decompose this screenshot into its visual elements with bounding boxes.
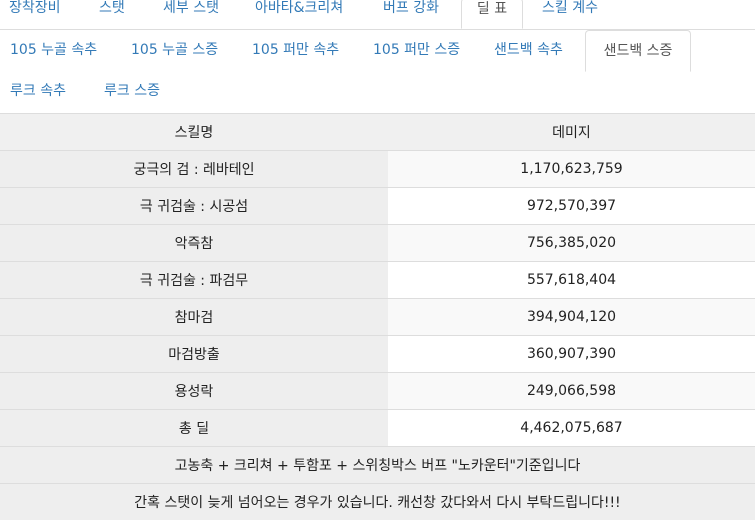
tab-105-nugol-skill[interactable]: 105 누골 스증 <box>131 40 218 60</box>
buff-condition-note: 고농축 + 크리쳐 + 투함포 + 스위칭박스 버프 "노카운터"기준입니다 <box>0 447 755 484</box>
tab-luke-element[interactable]: 루크 속추 <box>10 81 66 101</box>
tab-equipment[interactable]: 장착장비 <box>9 0 61 29</box>
damage-value-cell: 557,618,404 <box>388 262 755 299</box>
skill-name-cell: 궁극의 검 : 레바테인 <box>0 151 388 188</box>
skill-name-cell: 극 귀검술 : 시공섬 <box>0 188 388 225</box>
top-tab-bar: 장착장비 스탯 세부 스탯 아바타&크리쳐 버프 강화 딜 표 스킬 계수 <box>0 0 755 30</box>
damage-value-cell: 394,904,120 <box>388 299 755 336</box>
table-header-row: 스킬명 데미지 <box>0 114 755 151</box>
skill-name-cell: 마검방출 <box>0 336 388 373</box>
damage-value-cell: 360,907,390 <box>388 336 755 373</box>
tab-avatar-creature[interactable]: 아바타&크리쳐 <box>255 0 343 29</box>
tab-105-perman-skill[interactable]: 105 퍼만 스증 <box>373 40 460 60</box>
tab-detailed-stats[interactable]: 세부 스탯 <box>163 0 219 29</box>
damage-value-cell: 972,570,397 <box>388 188 755 225</box>
damage-value-cell: 249,066,598 <box>388 373 755 410</box>
skill-name-cell: 극 귀검술 : 파검무 <box>0 262 388 299</box>
note-row: 고농축 + 크리쳐 + 투함포 + 스위칭박스 버프 "노카운터"기준입니다 <box>0 447 755 484</box>
tab-stats[interactable]: 스탯 <box>99 0 125 29</box>
tab-buff-enhance[interactable]: 버프 강화 <box>383 0 439 29</box>
tab-damage-table[interactable]: 딜 표 <box>461 0 523 29</box>
table-row: 극 귀검술 : 파검무 557,618,404 <box>0 262 755 299</box>
sub-tab-bar: 105 누골 속추 105 누골 스증 105 퍼만 속추 105 퍼만 스증 … <box>0 30 755 114</box>
tab-105-perman-element[interactable]: 105 퍼만 속추 <box>252 40 339 60</box>
table-row: 참마검 394,904,120 <box>0 299 755 336</box>
column-header-skill: 스킬명 <box>0 114 388 151</box>
tab-sandbag-skill[interactable]: 샌드백 스증 <box>585 30 691 72</box>
tab-sandbag-element[interactable]: 샌드백 속추 <box>494 40 563 60</box>
column-header-damage: 데미지 <box>388 114 755 151</box>
table-row: 악즉참 756,385,020 <box>0 225 755 262</box>
skill-name-cell: 용성락 <box>0 373 388 410</box>
tab-105-nugol-element[interactable]: 105 누골 속추 <box>10 40 97 60</box>
total-damage-cell: 4,462,075,687 <box>388 410 755 447</box>
tab-skill-coefficient[interactable]: 스킬 계수 <box>542 0 598 29</box>
tab-luke-skill[interactable]: 루크 스증 <box>104 81 160 101</box>
total-row: 총 딜 4,462,075,687 <box>0 410 755 447</box>
table-row: 궁극의 검 : 레바테인 1,170,623,759 <box>0 151 755 188</box>
table-row: 마검방출 360,907,390 <box>0 336 755 373</box>
table-row: 용성락 249,066,598 <box>0 373 755 410</box>
skill-name-cell: 악즉참 <box>0 225 388 262</box>
damage-value-cell: 756,385,020 <box>388 225 755 262</box>
total-label-cell: 총 딜 <box>0 410 388 447</box>
damage-table: 스킬명 데미지 궁극의 검 : 레바테인 1,170,623,759 극 귀검술… <box>0 113 755 520</box>
note-row: 간혹 스탯이 늦게 넘어오는 경우가 있습니다. 캐선창 갔다와서 다시 부탁드… <box>0 484 755 520</box>
damage-value-cell: 1,170,623,759 <box>388 151 755 188</box>
skill-name-cell: 참마검 <box>0 299 388 336</box>
table-row: 극 귀검술 : 시공섬 972,570,397 <box>0 188 755 225</box>
stat-delay-note: 간혹 스탯이 늦게 넘어오는 경우가 있습니다. 캐선창 갔다와서 다시 부탁드… <box>0 484 755 520</box>
